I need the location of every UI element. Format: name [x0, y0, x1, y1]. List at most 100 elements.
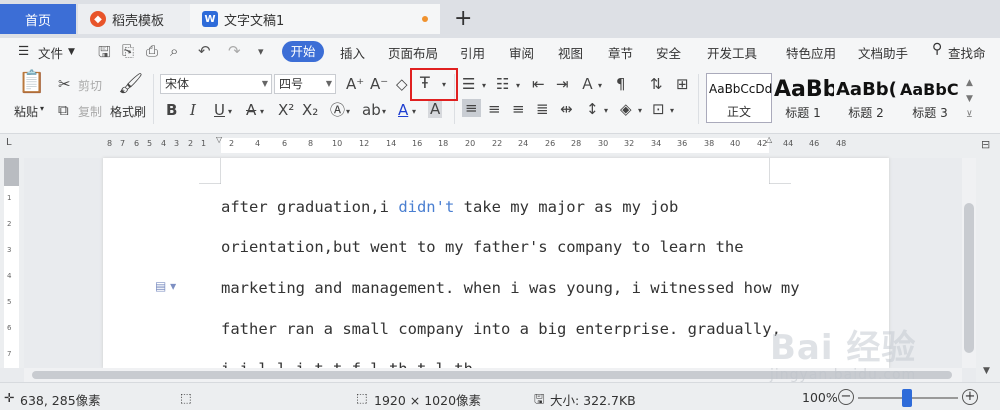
cut-button[interactable]: 剪切 — [78, 77, 102, 94]
text-run: after graduation,i — [221, 198, 399, 216]
bullet-list-icon[interactable]: ☰ — [462, 75, 475, 93]
font-color-chevron-icon[interactable]: ▾ — [412, 103, 416, 121]
menu-file[interactable]: 文件 — [38, 43, 63, 62]
clear-format-icon[interactable]: ◇ — [396, 75, 408, 93]
highlight-chevron-icon[interactable]: ▾ — [382, 103, 386, 121]
tab-home[interactable]: 首页 — [0, 4, 76, 34]
save-icon[interactable]: 🖫 — [98, 42, 111, 67]
ruler-toggle-icon[interactable]: ⊟ — [981, 138, 990, 151]
menu-security[interactable]: 安全 — [656, 43, 681, 62]
file-chevron-icon[interactable]: ▼ — [68, 47, 75, 57]
paste-icon[interactable]: 📋 — [18, 72, 45, 94]
hamburger-icon[interactable]: ☰ — [18, 43, 29, 58]
char-shading-icon[interactable]: A — [428, 100, 443, 118]
align-center-icon[interactable]: ≡ — [488, 100, 501, 118]
line-spacing-chevron-icon[interactable]: ▾ — [604, 102, 608, 120]
menu-developer[interactable]: 开发工具 — [707, 43, 757, 62]
search-command[interactable]: 查找命 — [948, 43, 986, 62]
superscript-icon[interactable]: X² — [278, 101, 294, 119]
tab-start[interactable]: 开始 — [282, 41, 324, 62]
search-icon[interactable]: ⚲ — [932, 41, 942, 57]
decrease-indent-icon[interactable]: ⇤ — [532, 75, 545, 93]
style-heading-3[interactable]: AaBbC 标题 3 — [898, 73, 962, 123]
menu-references[interactable]: 引用 — [460, 43, 485, 62]
show-hide-marks-icon[interactable]: ¶ — [616, 75, 626, 93]
subscript-icon[interactable]: X₂ — [302, 101, 318, 119]
document-line[interactable]: orientation,but went to my father's comp… — [221, 238, 744, 256]
menu-special[interactable]: 特色应用 — [786, 43, 836, 62]
font-family-select[interactable]: 宋体 ▼ — [160, 74, 272, 94]
borders-icon[interactable]: ⊞ — [676, 75, 689, 93]
underline-chevron-icon[interactable]: ▾ — [228, 103, 232, 121]
quick-access-chevron-icon[interactable]: ▾ — [258, 45, 264, 58]
paragraph-layout-icon[interactable]: ▤ ▾ — [155, 279, 176, 293]
document-line[interactable]: after graduation,i didn't take my major … — [221, 198, 678, 216]
style-heading-3-sample: AaBbC — [900, 80, 959, 99]
menu-page-layout[interactable]: 页面布局 — [388, 43, 438, 62]
menu-doc-assistant[interactable]: 文档助手 — [858, 43, 908, 62]
style-heading-1[interactable]: AaBb 标题 1 — [772, 73, 834, 123]
align-right-icon[interactable]: ≡ — [512, 100, 525, 118]
styles-more-icon[interactable]: ⊻ — [966, 106, 973, 124]
style-heading-2-name: 标题 2 — [848, 106, 884, 120]
justify-icon[interactable]: ≣ — [536, 100, 549, 118]
number-list-chevron-icon[interactable]: ▾ — [516, 77, 520, 95]
ruler-number: 3 — [174, 139, 180, 148]
menu-view[interactable]: 视图 — [558, 43, 583, 62]
sort-icon[interactable]: ⇅ — [650, 75, 663, 93]
format-painter-button[interactable]: 格式刷 — [110, 103, 146, 120]
chinese-layout-icon[interactable]: Ａ — [580, 75, 595, 93]
font-color-icon[interactable]: A — [398, 101, 408, 119]
font-size-select[interactable]: 四号 ▼ — [274, 74, 336, 94]
border-chevron-icon[interactable]: ▾ — [670, 102, 674, 120]
export-pdf-icon[interactable]: ⎘ — [122, 42, 134, 60]
chinese-layout-chevron-icon[interactable]: ▾ — [598, 77, 602, 95]
underline-icon[interactable]: U — [214, 101, 225, 119]
strikethrough-chevron-icon[interactable]: ▾ — [260, 103, 264, 121]
ruler-number: 4 — [161, 139, 167, 148]
text-effect-icon[interactable]: Ⓐ — [330, 101, 345, 119]
document-line[interactable]: marketing and management. when i was you… — [221, 279, 800, 297]
redo-icon[interactable]: ↷ — [228, 42, 241, 60]
format-painter-icon[interactable]: 🖌 — [118, 73, 143, 93]
new-tab-plus-icon[interactable]: + — [454, 6, 472, 31]
shrink-font-icon[interactable]: A⁻ — [370, 75, 388, 93]
print-icon[interactable]: ⎙ — [146, 42, 158, 60]
tab-template[interactable]: ◆ 稻壳模板 — [78, 4, 190, 34]
style-normal[interactable]: AaBbCcDd 正文 — [706, 73, 772, 123]
number-list-icon[interactable]: ☷ — [496, 75, 509, 93]
highlight-icon[interactable]: ab — [362, 101, 381, 119]
menu-chapter[interactable]: 章节 — [608, 43, 633, 62]
increase-indent-icon[interactable]: ⇥ — [556, 75, 569, 93]
text-effect-chevron-icon[interactable]: ▾ — [346, 103, 350, 121]
paste-button[interactable]: 粘贴 — [14, 103, 38, 120]
print-preview-icon[interactable]: ⌕ — [170, 42, 178, 60]
cut-icon[interactable]: ✂ — [58, 75, 71, 93]
align-left-icon[interactable]: ≡ — [462, 99, 481, 117]
menu-insert[interactable]: 插入 — [340, 43, 365, 62]
first-line-indent-marker[interactable]: ▽ — [216, 135, 222, 144]
distributed-icon[interactable]: ⇹ — [560, 100, 573, 118]
shading-chevron-icon[interactable]: ▾ — [638, 102, 642, 120]
right-indent-marker[interactable]: △ — [766, 135, 772, 144]
line-spacing-icon[interactable]: ↕ — [586, 100, 599, 118]
shading-icon[interactable]: ◈ — [620, 100, 632, 118]
bullet-list-chevron-icon[interactable]: ▾ — [482, 77, 486, 95]
document-line[interactable]: father ran a small company into a big en… — [221, 320, 781, 338]
ruler-number: 7 — [120, 139, 126, 148]
italic-icon[interactable]: I — [190, 101, 196, 119]
grow-font-icon[interactable]: A⁺ — [346, 75, 364, 93]
menu-review[interactable]: 审阅 — [509, 43, 534, 62]
bold-icon[interactable]: B — [166, 101, 177, 119]
document-line[interactable]: i i l l i t t f l th t l th — [221, 360, 473, 368]
strikethrough-icon[interactable]: A — [246, 101, 256, 119]
ruler-number: 18 — [438, 139, 449, 148]
copy-icon[interactable]: ⧉ — [58, 101, 69, 119]
tab-document[interactable]: W 文字文稿1 — [190, 4, 440, 34]
border-icon[interactable]: ⊡ — [652, 100, 665, 118]
copy-button[interactable]: 复制 — [78, 103, 102, 120]
paste-chevron-icon[interactable]: ▾ — [40, 104, 44, 113]
style-heading-2[interactable]: AaBb( 标题 2 — [834, 73, 898, 123]
undo-icon[interactable]: ↶ — [198, 42, 211, 60]
tab-stop-selector[interactable]: L — [6, 137, 12, 148]
